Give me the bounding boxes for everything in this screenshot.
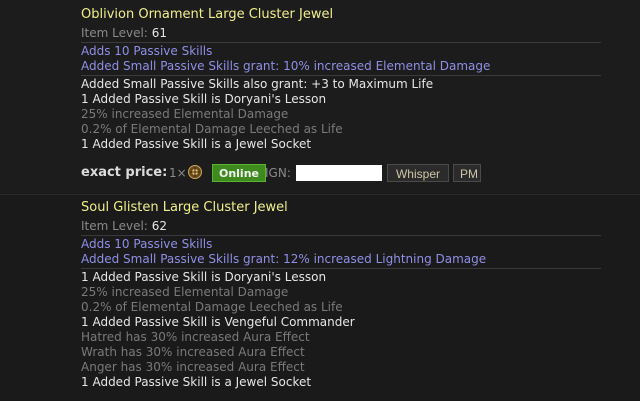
currency-orb-icon: [187, 164, 203, 180]
item-level-label: Item Level:: [81, 219, 148, 233]
ign-value-redacted: [296, 165, 382, 181]
mod-line: 1 Added Passive Skill is a Jewel Socket: [81, 137, 312, 151]
item-level-label: Item Level:: [81, 26, 148, 40]
enchant-line: Added Small Passive Skills grant: 12% in…: [81, 252, 487, 266]
item-level-value: 62: [151, 219, 167, 233]
listing-soul-glisten: Soul Glisten Large Cluster Jewel Item Le…: [0, 194, 640, 401]
mod-line: Added Small Passive Skills also grant: +…: [81, 77, 434, 91]
mod-line: 1 Added Passive Skill is Doryani's Lesso…: [81, 270, 327, 284]
price-label: exact price:: [81, 165, 168, 180]
item-name: Oblivion Ornament Large Cluster Jewel: [81, 7, 334, 22]
price-quantity: 1×: [169, 166, 187, 180]
divider: [81, 235, 601, 236]
mod-line: Wrath has 30% increased Aura Effect: [81, 345, 305, 359]
mod-line: Hatred has 30% increased Aura Effect: [81, 330, 310, 344]
mod-line: 0.2% of Elemental Damage Leeched as Life: [81, 122, 343, 136]
pm-button[interactable]: PM: [453, 164, 481, 182]
item-level-row: Item Level: 61: [81, 26, 167, 41]
item-level-value: 61: [151, 26, 167, 40]
mod-line: 0.2% of Elemental Damage Leeched as Life: [81, 300, 343, 314]
divider: [81, 42, 601, 43]
divider: [81, 75, 601, 76]
mod-line: 1 Added Passive Skill is a Jewel Socket: [81, 375, 312, 389]
mod-line: 1 Added Passive Skill is Vengeful Comman…: [81, 315, 355, 329]
ign-label: IGN:: [265, 166, 291, 180]
listing-oblivion-ornament: Oblivion Ornament Large Cluster Jewel It…: [0, 0, 640, 193]
whisper-button[interactable]: Whisper: [387, 164, 449, 182]
mod-line: 25% increased Elemental Damage: [81, 285, 289, 299]
online-status-badge: Online: [212, 164, 266, 182]
mod-line: Anger has 30% increased Aura Effect: [81, 360, 305, 374]
item-name: Soul Glisten Large Cluster Jewel: [81, 200, 288, 215]
mod-line: 1 Added Passive Skill is Doryani's Lesso…: [81, 92, 327, 106]
price-row: exact price: 1× Online IGN: Whisper PM: [81, 162, 640, 184]
divider: [81, 268, 601, 269]
enchant-line: Adds 10 Passive Skills: [81, 237, 213, 251]
item-level-row: Item Level: 62: [81, 219, 167, 234]
mod-line: 25% increased Elemental Damage: [81, 107, 289, 121]
enchant-line: Adds 10 Passive Skills: [81, 44, 213, 58]
enchant-line: Added Small Passive Skills grant: 10% in…: [81, 59, 491, 73]
